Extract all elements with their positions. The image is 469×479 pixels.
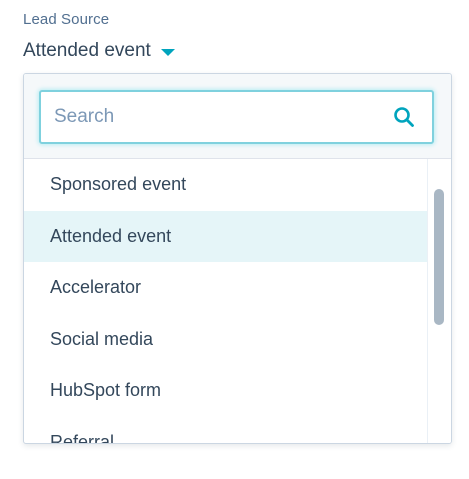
search-bar (24, 74, 451, 159)
option-social-media[interactable]: Social media (24, 314, 428, 366)
scrollbar-thumb[interactable] (434, 189, 444, 325)
option-referral[interactable]: Referral (24, 417, 428, 443)
field-value: Attended event (23, 40, 151, 61)
option-sponsored-event[interactable]: Sponsored event (24, 159, 428, 211)
field-label: Lead Source (23, 11, 110, 28)
option-accelerator[interactable]: Accelerator (24, 262, 428, 314)
search-input[interactable] (41, 93, 392, 141)
option-attended-event[interactable]: Attended event (24, 210, 428, 262)
search-box[interactable] (39, 90, 434, 144)
option-hubspot-form[interactable]: HubSpot form (24, 365, 428, 417)
options-list: Sponsored event Attended event Accelerat… (24, 159, 428, 443)
caret-down-icon (160, 48, 175, 56)
dropdown-menu: Sponsored event Attended event Accelerat… (23, 73, 452, 444)
scrollbar-track[interactable] (427, 159, 451, 443)
lead-source-dropdown-toggle[interactable]: Attended event (23, 40, 175, 62)
search-icon[interactable] (392, 105, 416, 129)
